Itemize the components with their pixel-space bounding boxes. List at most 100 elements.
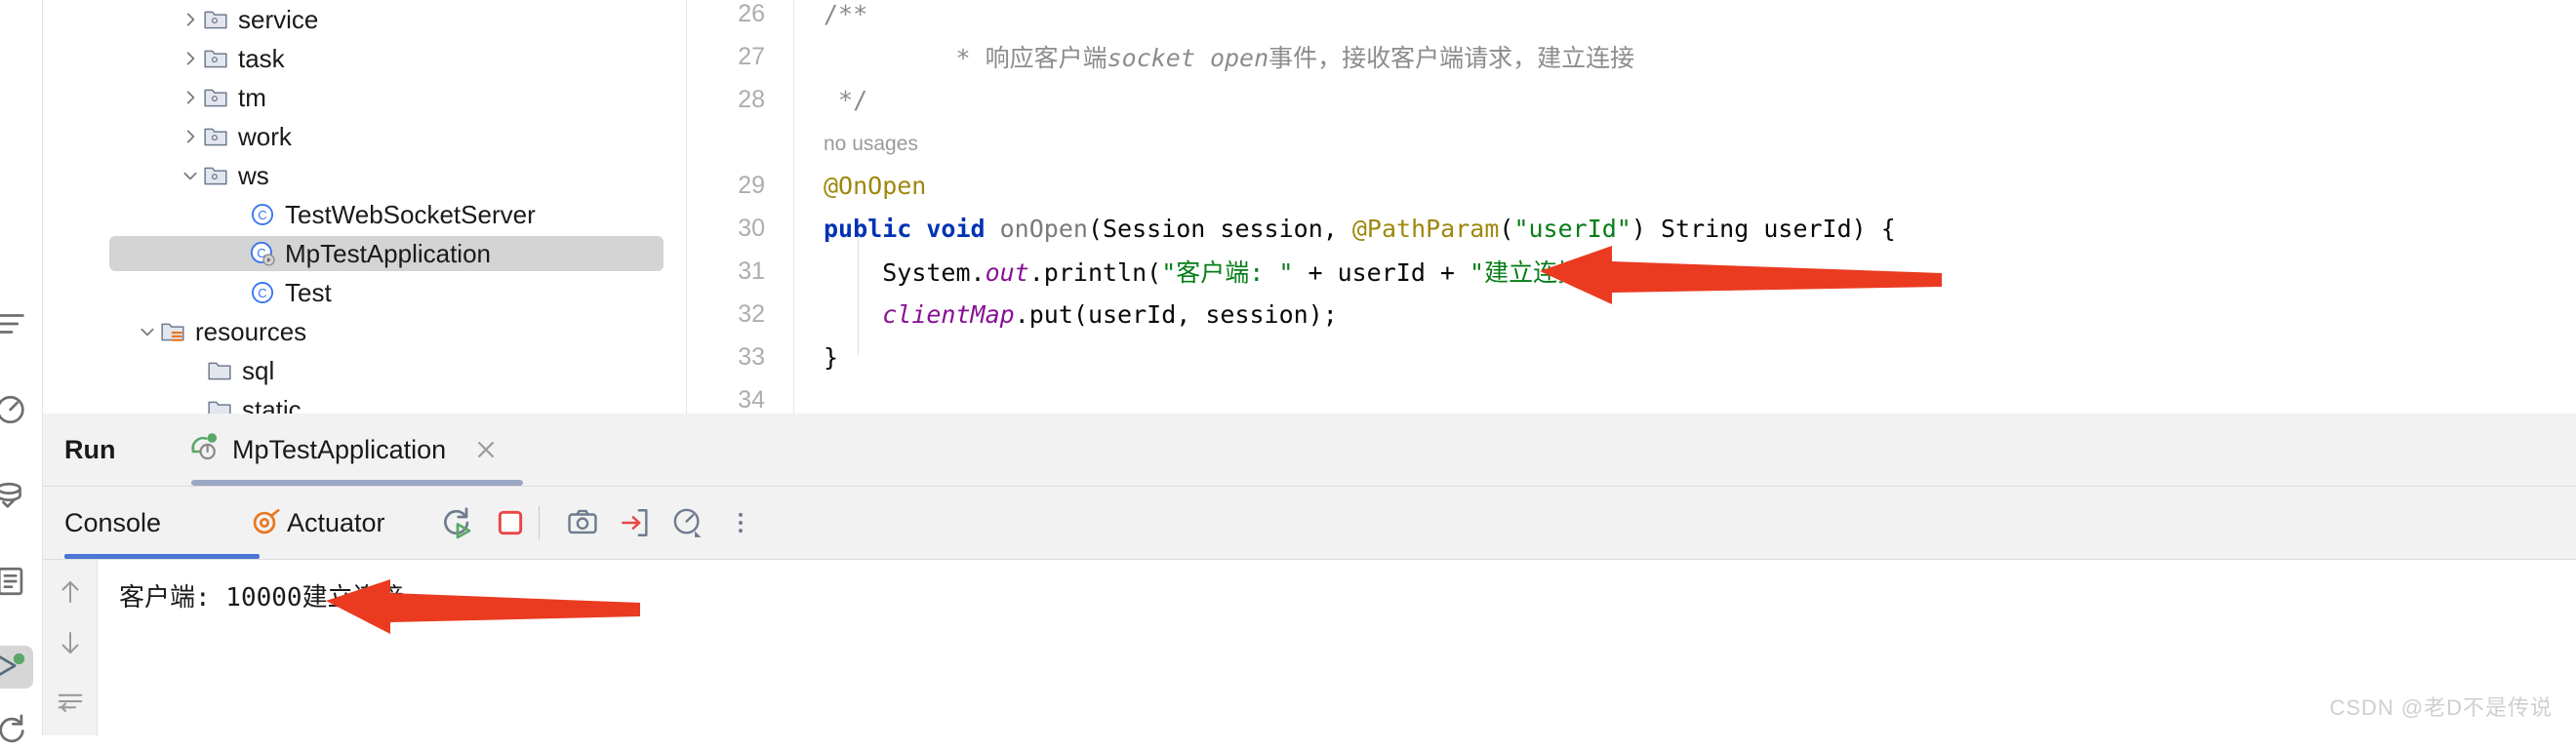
line-number: 28 (738, 85, 765, 113)
comment-cn-2: 事件，接收客户端请求，建立连接 (1268, 44, 1635, 72)
java-class-runnable-icon: C (248, 239, 277, 268)
tree-item-label: work (238, 121, 292, 151)
chevron-right-icon[interactable] (180, 87, 201, 108)
profiler-icon[interactable] (662, 487, 714, 559)
actuator-icon[interactable] (238, 487, 291, 559)
gauge-icon[interactable] (0, 388, 33, 431)
run-tab-label: MpTestApplication (232, 434, 447, 464)
scroll-down-icon[interactable] (43, 618, 98, 667)
tree-item-mptestapplication[interactable]: C MpTestApplication (43, 234, 686, 273)
close-icon[interactable] (471, 435, 501, 464)
console-output-area[interactable]: 客户端: 10000建立连接 (98, 560, 2576, 735)
watermark: CSDN @老D不是传说 (2329, 695, 2553, 720)
project-tree-panel[interactable]: service task tm work ws C TestWebSocketS… (43, 0, 687, 414)
code-text: } (824, 342, 839, 372)
tree-item-label: resources (195, 316, 307, 346)
code-text: public void onOpen(Session session, @Pat… (824, 215, 1896, 243)
tree-item-tm[interactable]: tm (43, 78, 686, 117)
console-gutter (43, 560, 98, 735)
tree-item-work[interactable]: work (43, 117, 686, 156)
out-field: out (985, 258, 1029, 287)
no-usages-hint[interactable]: no usages (824, 133, 918, 156)
chevron-down-icon[interactable] (180, 165, 201, 186)
left-tool-strip (0, 0, 43, 743)
package-folder-icon (201, 83, 230, 112)
run-window-title: Run (64, 435, 116, 464)
tree-item-label: static (242, 394, 302, 415)
comment-cn-1: 响应客户端 (985, 44, 1107, 72)
string-client-prefix: "客户端: " (1161, 258, 1294, 287)
code-inlay-hint-row: no usages (687, 123, 2576, 166)
stop-icon[interactable] (484, 487, 537, 559)
spring-boot-run-icon (189, 432, 221, 468)
code-line-33: 33 } (687, 336, 2576, 378)
chevron-right-icon[interactable] (180, 126, 201, 147)
line-number: 26 (738, 0, 765, 27)
more-options-icon[interactable] (714, 487, 767, 559)
line-number: 29 (738, 171, 765, 199)
params-rest: ) String userId) { (1630, 214, 1896, 243)
line-number: 30 (738, 214, 765, 242)
line-number: 34 (738, 385, 765, 414)
params-part1: (Session session, (1087, 214, 1352, 243)
run-tabs-row: Run MpTestApplication (43, 414, 2576, 486)
line-number: 27 (738, 42, 765, 70)
tree-item-static[interactable]: static (43, 390, 686, 415)
tab-console[interactable]: Console (64, 487, 161, 559)
ide-window: service task tm work ws C TestWebSocketS… (0, 0, 2576, 743)
export-icon[interactable] (609, 487, 662, 559)
refresh-icon[interactable] (0, 708, 33, 751)
chevron-right-icon[interactable] (180, 48, 201, 69)
code-editor[interactable]: 26 /** 27 * 响应客户端socket open事件，接收客户端请求，建… (687, 0, 2576, 414)
console-toolbar: Console Actuator (43, 487, 2576, 559)
package-folder-icon (201, 122, 230, 151)
comment-star: * (941, 44, 986, 72)
system-ref: System. (882, 258, 986, 287)
tab-actuator[interactable]: Actuator (287, 487, 385, 559)
comment-em: socket open (1107, 44, 1269, 72)
run-tab-mptestapplication[interactable]: MpTestApplication (189, 414, 501, 486)
tree-item-label: TestWebSocketServer (285, 199, 536, 229)
structure-icon[interactable] (0, 302, 33, 345)
tree-item-label: service (238, 4, 319, 34)
database-check-icon[interactable] (0, 474, 33, 517)
scroll-up-icon[interactable] (43, 568, 98, 616)
tree-item-label: MpTestApplication (285, 238, 491, 268)
java-class-icon: C (248, 200, 277, 229)
tree-item-label: task (238, 43, 285, 73)
stmt-end: ); (1596, 258, 1627, 287)
tree-item-service[interactable]: service (43, 0, 686, 39)
tree-item-testwebsocketserver[interactable]: C TestWebSocketServer (43, 195, 686, 234)
tree-item-resources[interactable]: resources (43, 312, 686, 351)
resources-folder-icon (158, 317, 187, 346)
run-tool-window: Run MpTestApplication Console Actuator 客… (43, 414, 2576, 735)
tree-item-label: Test (285, 277, 332, 307)
annotation-onopen: @OnOpen (824, 171, 927, 200)
put-call: .put(userId, session); (1014, 299, 1338, 329)
code-text: */ (824, 85, 868, 114)
code-line-28: 28 */ (687, 78, 2576, 121)
run-icon[interactable] (0, 646, 33, 689)
code-text: System.out.println("客户端: " + userId + "建… (824, 254, 1626, 289)
notifications-icon[interactable] (0, 560, 33, 603)
chevron-right-icon[interactable] (180, 9, 201, 30)
chevron-down-icon[interactable] (137, 321, 158, 342)
line-number: 33 (738, 342, 765, 371)
tree-item-ws[interactable]: ws (43, 156, 686, 195)
soft-wrap-icon[interactable] (43, 677, 98, 726)
tree-item-test[interactable]: C Test (43, 273, 686, 312)
java-class-icon: C (248, 278, 277, 307)
code-line-34: 34 (687, 378, 2576, 414)
tree-item-label: sql (242, 355, 275, 385)
tree-item-task[interactable]: task (43, 39, 686, 78)
tree-item-sql[interactable]: sql (43, 351, 686, 390)
toolbar-separator (539, 506, 540, 539)
screenshot-icon[interactable] (556, 487, 609, 559)
rerun-icon[interactable] (431, 487, 484, 559)
